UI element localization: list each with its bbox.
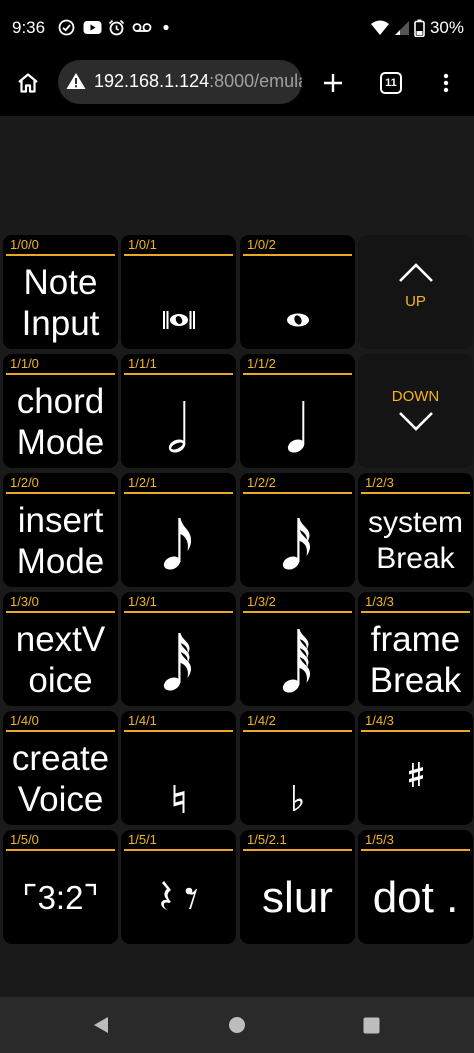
key-label: 1/3/1 bbox=[128, 594, 157, 609]
insert-mode-key[interactable]: 1/2/0 insert Mode bbox=[3, 473, 118, 587]
eighth-note-key[interactable]: 1/2/1 bbox=[121, 473, 236, 587]
dot-icon bbox=[163, 24, 169, 31]
key-label: 1/3/2 bbox=[247, 594, 276, 609]
url-path: :8000/emula bbox=[209, 71, 302, 91]
sharp-key[interactable]: 1/4/3 bbox=[358, 711, 473, 825]
key-label: 1/0/0 bbox=[10, 237, 39, 252]
dot-key[interactable]: 1/5/3 dot . bbox=[358, 830, 473, 944]
recents-icon[interactable] bbox=[363, 1017, 380, 1034]
half-note-key[interactable]: 1/1/1 bbox=[121, 354, 236, 468]
key-label: 1/4/3 bbox=[365, 713, 394, 728]
wifi-icon bbox=[371, 20, 389, 35]
key-label: 1/5/3 bbox=[365, 832, 394, 847]
back-icon[interactable] bbox=[92, 1016, 110, 1034]
flat-key[interactable]: 1/4/2 bbox=[240, 711, 355, 825]
youtube-icon bbox=[83, 21, 102, 34]
key-label: 1/2/2 bbox=[247, 475, 276, 490]
key-label: 1/3/3 bbox=[365, 594, 394, 609]
eighth-note-icon bbox=[163, 518, 191, 570]
thirty-second-note-icon bbox=[163, 633, 191, 691]
signal-icon bbox=[395, 21, 409, 35]
tuplet-key[interactable]: 1/5/0 ⌜3:2⌝ bbox=[3, 830, 118, 944]
breve-key[interactable]: 1/0/1 bbox=[121, 235, 236, 349]
frame-break-key[interactable]: 1/3/3 frame Break bbox=[358, 592, 473, 706]
warning-icon[interactable] bbox=[66, 72, 86, 90]
rests-key[interactable]: 1/5/1 bbox=[121, 830, 236, 944]
slur-key[interactable]: 1/5/2.1 slur bbox=[240, 830, 355, 944]
quarter-note-icon bbox=[287, 401, 304, 453]
sixteenth-note-icon bbox=[282, 518, 310, 570]
whole-note-key[interactable]: 1/0/2 bbox=[240, 235, 355, 349]
breve-icon bbox=[162, 311, 195, 329]
alarm-icon bbox=[108, 19, 125, 36]
key-label: 1/4/1 bbox=[128, 713, 157, 728]
chevron-down-icon bbox=[398, 412, 433, 431]
flat-icon bbox=[292, 785, 303, 811]
key-label: 1/0/1 bbox=[128, 237, 157, 252]
up-label: UP bbox=[405, 293, 426, 310]
sixty-fourth-note-key[interactable]: 1/3/2 bbox=[240, 592, 355, 706]
key-text: slur bbox=[262, 873, 333, 922]
sharp-icon bbox=[408, 762, 423, 787]
home-icon[interactable] bbox=[16, 71, 40, 95]
key-label: 1/1/2 bbox=[247, 356, 276, 371]
system-break-key[interactable]: 1/2/3 system Break bbox=[358, 473, 473, 587]
key-label: 1/1/0 bbox=[10, 356, 39, 371]
sixteenth-note-key[interactable]: 1/2/2 bbox=[240, 473, 355, 587]
key-text: frame Break bbox=[369, 620, 462, 700]
address-bar[interactable]: 192.168.1.124:8000/emula bbox=[58, 60, 302, 104]
status-bar: 9:36 30% bbox=[0, 0, 474, 58]
note-input-key[interactable]: 1/0/0 Note Input bbox=[3, 235, 118, 349]
home-nav-icon[interactable] bbox=[228, 1016, 246, 1034]
key-text: create Voice bbox=[11, 739, 110, 819]
key-label: 1/5/2.1 bbox=[247, 832, 287, 847]
next-voice-key[interactable]: 1/3/0 nextV oice bbox=[3, 592, 118, 706]
key-text: dot . bbox=[372, 873, 459, 922]
voicemail-icon bbox=[132, 23, 152, 32]
natural-icon bbox=[173, 785, 184, 813]
whole-note-icon bbox=[286, 313, 309, 327]
battery-icon bbox=[414, 19, 425, 37]
key-label: 1/5/1 bbox=[128, 832, 157, 847]
create-voice-key[interactable]: 1/4/0 create Voice bbox=[3, 711, 118, 825]
key-label: 1/5/0 bbox=[10, 832, 39, 847]
chevron-up-icon bbox=[398, 263, 433, 282]
down-label: DOWN bbox=[391, 388, 440, 405]
key-text: system Break bbox=[367, 506, 463, 575]
key-label: 1/2/0 bbox=[10, 475, 39, 490]
key-label: 1/2/1 bbox=[128, 475, 157, 490]
key-text: ⌜3:2⌝ bbox=[22, 879, 99, 916]
system-nav-bar bbox=[0, 997, 474, 1053]
more-menu-icon[interactable] bbox=[434, 71, 458, 95]
key-text: nextV oice bbox=[15, 620, 106, 700]
quarter-note-key[interactable]: 1/1/2 bbox=[240, 354, 355, 468]
key-label: 1/4/2 bbox=[247, 713, 276, 728]
sixty-fourth-note-icon bbox=[282, 629, 310, 693]
new-tab-icon[interactable] bbox=[321, 71, 345, 95]
key-label: 1/3/0 bbox=[10, 594, 39, 609]
key-label: 1/0/2 bbox=[247, 237, 276, 252]
url-host: 192.168.1.124 bbox=[94, 71, 210, 91]
down-button[interactable]: DOWN bbox=[358, 354, 473, 468]
rests-icon bbox=[160, 881, 197, 910]
chord-mode-key[interactable]: 1/1/0 chord Mode bbox=[3, 354, 118, 468]
check-circle-icon bbox=[58, 19, 75, 36]
thirty-second-note-key[interactable]: 1/3/1 bbox=[121, 592, 236, 706]
key-label: 1/2/3 bbox=[365, 475, 394, 490]
key-text: Note Input bbox=[21, 263, 100, 343]
half-note-icon bbox=[168, 401, 185, 453]
key-label: 1/1/1 bbox=[128, 356, 157, 371]
up-button[interactable]: UP bbox=[358, 235, 473, 349]
key-label: 1/4/0 bbox=[10, 713, 39, 728]
key-text: chord Mode bbox=[16, 382, 105, 462]
battery-percent: 30% bbox=[429, 18, 464, 37]
key-text: insert Mode bbox=[16, 501, 105, 581]
status-time: 9:36 bbox=[12, 18, 46, 37]
tab-switcher-button[interactable]: 11 bbox=[380, 72, 402, 94]
natural-key[interactable]: 1/4/1 bbox=[121, 711, 236, 825]
